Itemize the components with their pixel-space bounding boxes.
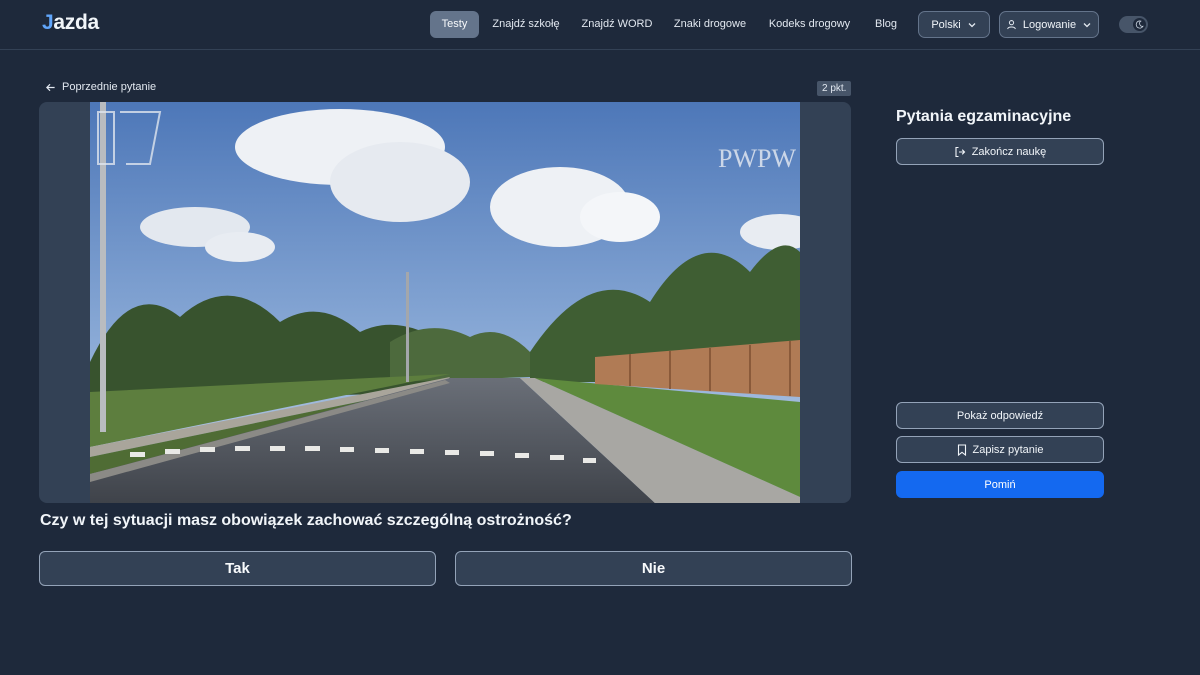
save-question-button[interactable]: Zapisz pytanie (896, 436, 1104, 463)
logout-icon (954, 146, 966, 158)
answer-no-button[interactable]: Nie (455, 551, 852, 586)
top-navigation-bar: Jazda Testy Znajdź szkołę Znajdź WORD Zn… (0, 0, 1200, 50)
skip-label: Pomiń (984, 478, 1016, 491)
question-text: Czy w tej sytuacji masz obowiązek zachow… (40, 512, 572, 529)
chevron-down-icon (1082, 20, 1092, 30)
points-badge: 2 pkt. (817, 81, 852, 96)
theme-toggle[interactable] (1119, 16, 1148, 33)
answer-yes-button[interactable]: Tak (39, 551, 436, 586)
question-media: PWPW (39, 102, 851, 503)
previous-question-label: Poprzednie pytanie (62, 81, 157, 93)
nav-link-road-code[interactable]: Kodeks drogowy (765, 11, 854, 38)
end-learning-label: Zakończ naukę (971, 145, 1047, 158)
nav-link-blog[interactable]: Blog (869, 11, 903, 38)
logo-text: azda (53, 11, 99, 34)
moon-icon (1133, 18, 1146, 31)
road-scene-image: PWPW (90, 102, 800, 503)
brand-logo[interactable]: Jazda (42, 11, 99, 35)
save-question-label: Zapisz pytanie (972, 443, 1044, 456)
nav-link-road-signs[interactable]: Znaki drogowe (670, 11, 750, 38)
nav-tab-testy[interactable]: Testy (430, 11, 479, 38)
nav-link-find-word[interactable]: Znajdź WORD (579, 11, 655, 38)
arrow-left-icon (45, 82, 56, 93)
watermark-text: PWPW (718, 144, 796, 173)
chevron-down-icon (967, 20, 977, 30)
previous-question-link[interactable]: Poprzednie pytanie (45, 81, 156, 93)
sidebar-title: Pytania egzaminacyjne (896, 108, 1072, 125)
show-answer-button[interactable]: Pokaż odpowiedź (896, 402, 1104, 429)
language-label: Polski (931, 18, 961, 31)
login-label: Logowanie (1022, 18, 1077, 31)
end-learning-button[interactable]: Zakończ naukę (896, 138, 1104, 165)
logo-mark: J (42, 11, 54, 34)
nav-link-find-school[interactable]: Znajdź szkołę (488, 11, 564, 38)
bookmark-icon (957, 443, 967, 456)
language-select[interactable]: Polski (918, 11, 990, 38)
login-dropdown[interactable]: Logowanie (999, 11, 1099, 38)
skip-button[interactable]: Pomiń (896, 471, 1104, 498)
user-icon (1006, 19, 1017, 30)
show-answer-label: Pokaż odpowiedź (956, 409, 1044, 422)
